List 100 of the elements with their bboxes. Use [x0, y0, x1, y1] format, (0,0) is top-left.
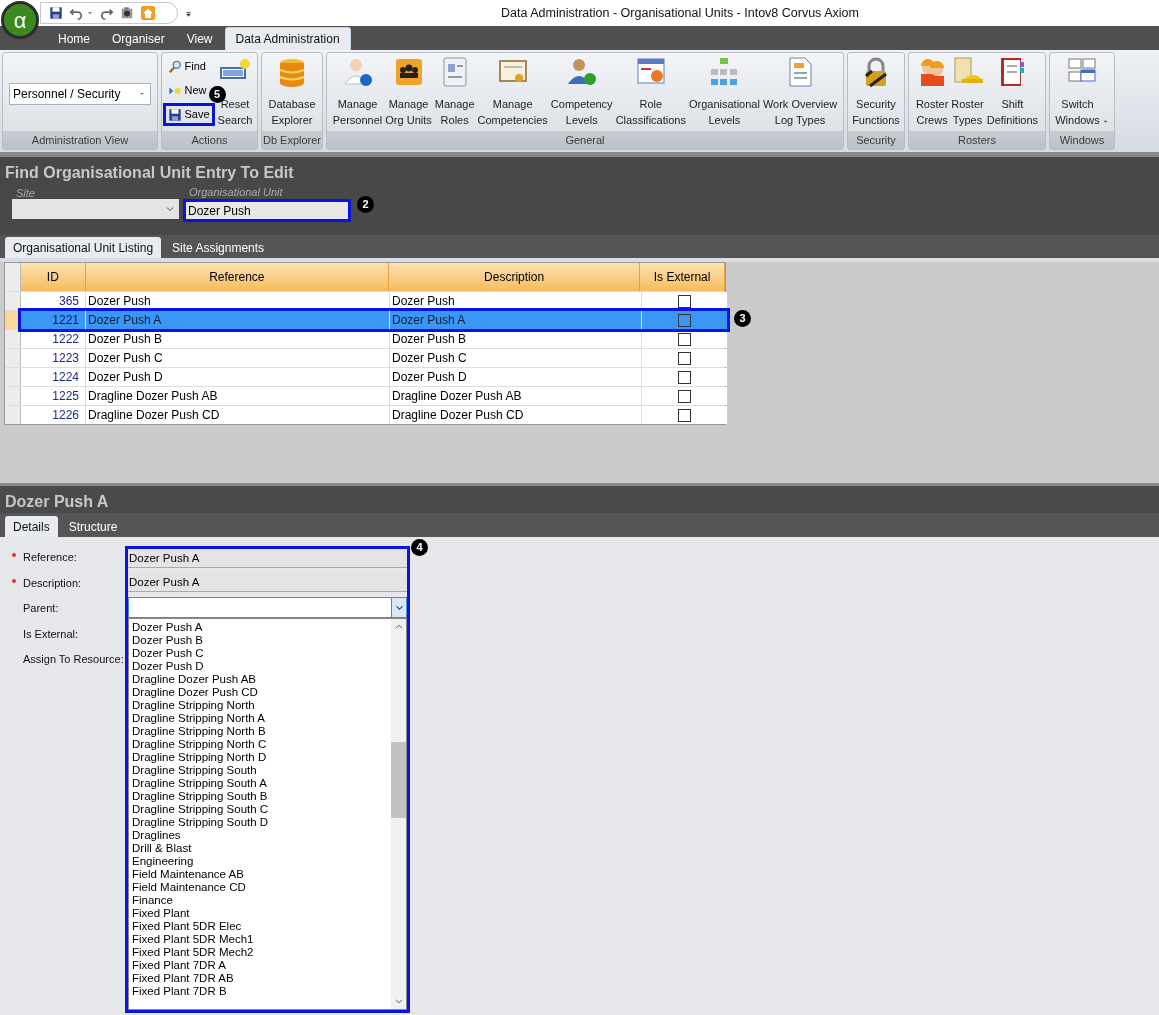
checkbox[interactable] — [678, 389, 691, 403]
list-option[interactable]: Dragline Stripping South D — [132, 816, 391, 829]
list-option[interactable]: Dozer Push A — [132, 621, 391, 634]
ribbon-button[interactable]: Organisational Levels — [687, 56, 761, 128]
list-option[interactable]: Dragline Dozer Push CD — [132, 686, 391, 699]
table-cell: Dozer Push — [390, 292, 642, 310]
save-icon[interactable] — [49, 6, 63, 20]
checkbox[interactable] — [678, 370, 691, 384]
list-option[interactable]: Fixed Plant 7DR B — [132, 985, 391, 998]
section-title: Dozer Push A — [0, 486, 1159, 513]
ribbon-button[interactable]: Shift Definitions — [985, 56, 1040, 128]
parent-dropdown[interactable] — [128, 597, 407, 618]
list-option[interactable]: Dozer Push C — [132, 647, 391, 660]
ribbon-button[interactable]: Manage Competencies — [476, 56, 549, 128]
column-header[interactable]: Is External — [640, 263, 725, 291]
description-field[interactable]: Dozer Push A — [128, 573, 407, 592]
field-label: Is External: — [23, 626, 79, 642]
list-option[interactable]: Finance — [132, 894, 391, 907]
search-icon — [167, 59, 182, 74]
ribbon-button[interactable]: Security Functions — [851, 56, 901, 128]
ribbon-button[interactable]: Roster Crews — [914, 56, 950, 128]
chevron-down-icon[interactable] — [393, 996, 404, 1006]
list-option[interactable]: Dragline Stripping South A — [132, 777, 391, 790]
list-option[interactable]: Dragline Stripping North — [132, 699, 391, 712]
table-cell: 1222 — [21, 330, 86, 348]
list-option[interactable]: Dragline Stripping South C — [132, 803, 391, 816]
ribbon-button[interactable]: Manage Personnel — [331, 56, 384, 128]
list-option[interactable]: Draglines — [132, 829, 391, 842]
ribbon-button[interactable]: Manage Roles — [433, 56, 476, 128]
detail-tab[interactable]: Structure — [60, 516, 126, 537]
ribbon-button[interactable]: Work Overview Log Types — [761, 56, 839, 128]
checkbox[interactable] — [678, 332, 691, 346]
list-option[interactable]: Fixed Plant 5DR Mech2 — [132, 946, 391, 959]
list-option[interactable]: Dragline Dozer Push AB — [132, 673, 391, 686]
menu-tab[interactable]: Organiser — [102, 27, 175, 50]
list-option[interactable]: Dragline Stripping South — [132, 764, 391, 777]
reference-field[interactable]: Dozer Push A — [128, 549, 407, 568]
list-option[interactable]: Fixed Plant 5DR Elec — [132, 920, 391, 933]
field-label: Reference: — [23, 550, 77, 565]
redo-icon[interactable] — [100, 6, 114, 20]
list-option[interactable]: Fixed Plant 7DR AB — [132, 972, 391, 985]
table-cell: Dozer Push D — [86, 368, 390, 386]
list-option[interactable]: Dozer Push B — [132, 634, 391, 647]
ribbon-button[interactable]: Roster Types — [950, 56, 985, 128]
table-cell: 1224 — [21, 368, 86, 386]
list-option[interactable]: Drill & Blast — [132, 842, 391, 855]
ribbon-button[interactable]: Database Explorer — [267, 56, 317, 128]
column-header[interactable]: ID — [20, 263, 86, 291]
detail-tab[interactable]: Details — [5, 516, 58, 537]
app-logo[interactable]: α — [1, 1, 39, 39]
scrollbar[interactable] — [391, 619, 406, 1009]
checkbox[interactable] — [678, 294, 691, 308]
ribbon-button[interactable]: Competency Levels — [549, 56, 614, 128]
action-button[interactable]: Find — [165, 58, 208, 75]
checkbox[interactable] — [678, 408, 691, 422]
menu-tab[interactable]: Home — [48, 27, 100, 50]
field-label: Assign To Resource: — [23, 652, 124, 667]
listing-tab[interactable]: Site Assignments — [164, 237, 273, 258]
home-icon[interactable] — [140, 5, 156, 21]
list-option[interactable]: Fixed Plant — [132, 907, 391, 920]
caret-icon[interactable] — [86, 9, 94, 17]
list-option[interactable]: Dozer Push D — [132, 660, 391, 673]
list-option[interactable]: Dragline Stripping North D — [132, 751, 391, 764]
table-row[interactable]: 1221 Dozer Push A Dozer Push A — [21, 311, 727, 329]
column-header[interactable]: Reference — [85, 263, 389, 291]
action-button[interactable]: Save — [165, 106, 212, 123]
list-option[interactable]: Fixed Plant 5DR Mech1 — [132, 933, 391, 946]
window-title: Data Administration - Organisational Units - Intov8 Corvus Axiom — [500, 4, 860, 22]
undo-icon[interactable] — [69, 6, 83, 20]
org-unit-field[interactable]: Dozer Push — [186, 202, 348, 219]
callout-badge: 4 — [411, 539, 428, 556]
list-option[interactable]: Dragline Stripping North A — [132, 712, 391, 725]
ribbon-button[interactable]: Switch Windows — [1054, 56, 1110, 128]
table-cell: Dozer Push D — [390, 368, 642, 386]
ribbon-button[interactable]: Manage Org Units — [384, 56, 433, 128]
chevron-up-icon[interactable] — [393, 622, 404, 632]
field-label: Parent: — [23, 601, 59, 616]
action-button[interactable]: New — [165, 82, 209, 99]
view-dropdown[interactable]: Personnel / Security — [9, 83, 151, 105]
ribbon-button[interactable]: Role Classifications — [614, 56, 687, 128]
list-option[interactable]: Dragline Stripping South B — [132, 790, 391, 803]
field-label: Organisational Unit — [188, 185, 284, 199]
field-label: Description: — [23, 575, 82, 591]
list-option[interactable]: Field Maintenance CD — [132, 881, 391, 894]
checkbox[interactable] — [678, 313, 691, 327]
listing-tab[interactable]: Organisational Unit Listing — [5, 237, 162, 258]
checkbox[interactable] — [678, 351, 691, 365]
list-option[interactable]: Dragline Stripping North B — [132, 725, 391, 738]
column-header[interactable]: Description — [388, 263, 641, 291]
menu-tab[interactable]: View — [176, 27, 223, 50]
list-option[interactable]: Dragline Stripping North C — [132, 738, 391, 751]
list-option[interactable]: Field Maintenance AB — [132, 868, 391, 881]
menu-tab[interactable]: Data Administration — [224, 27, 351, 50]
list-option[interactable]: Fixed Plant 7DR A — [132, 959, 391, 972]
scrollbar-thumb[interactable] — [391, 742, 406, 818]
camera-icon[interactable] — [120, 6, 134, 20]
group-label: Db Explorer — [262, 131, 322, 149]
field-label: Site — [15, 186, 36, 199]
list-option[interactable]: Engineering — [132, 855, 391, 868]
table-cell: Dozer Push — [86, 292, 390, 310]
